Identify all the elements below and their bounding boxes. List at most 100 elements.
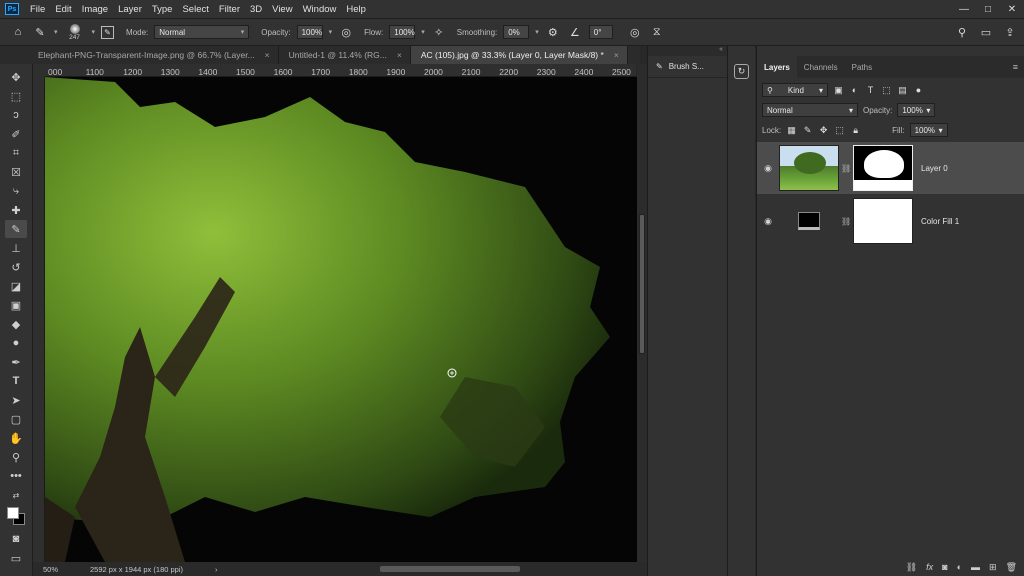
horizontal-scrollbar-thumb[interactable] [380,566,520,572]
path-select-tool-icon[interactable]: ➤ [5,391,27,409]
healing-brush-tool-icon[interactable]: ✚ [5,201,27,219]
tab-layers[interactable]: Layers [757,56,797,78]
screen-mode-icon[interactable]: ▭ [5,549,27,567]
menu-filter[interactable]: Filter [214,4,245,15]
menu-edit[interactable]: Edit [50,4,76,15]
lock-artboard-icon[interactable]: ⬚ [834,125,845,136]
fx-icon[interactable]: fx [926,562,933,572]
brush-preset-picker[interactable]: 247 [64,23,86,41]
frame-tool-icon[interactable]: ☒ [5,163,27,181]
fill-field[interactable]: 100% ▾ [909,123,948,137]
dodge-tool-icon[interactable]: ● [5,334,27,352]
eraser-tool-icon[interactable]: ◪ [5,277,27,295]
close-icon[interactable]: × [265,50,270,60]
layer-name[interactable]: Color Fill 1 [921,217,959,226]
home-icon[interactable]: ⌂ [10,24,26,40]
status-menu-arrow[interactable]: › [215,565,218,574]
share-icon[interactable]: ⇪ [1002,24,1018,40]
panel-menu-icon[interactable]: ≡ [1013,56,1024,78]
tab-channels[interactable]: Channels [797,56,845,78]
filter-shape-icon[interactable]: ⬚ [881,85,892,96]
brush-settings-panel-tab[interactable]: ✎ Brush S... [648,56,727,78]
smoothing-field[interactable]: 0% [503,25,530,39]
blend-mode-select[interactable]: Normal ▾ [762,103,858,117]
menu-select[interactable]: Select [177,4,213,15]
swap-colors-icon[interactable]: ⇄ [5,486,27,504]
smoothing-caret-icon[interactable]: ▾ [535,28,539,36]
move-tool-icon[interactable]: ✥ [5,68,27,86]
lock-transparent-icon[interactable]: ▦ [786,125,797,136]
vertical-ruler[interactable] [33,77,45,562]
clone-stamp-tool-icon[interactable]: ⊥ [5,239,27,257]
filter-toggle-icon[interactable]: ● [913,85,924,96]
layer-row-layer-0[interactable]: ◉ ⛓ Layer 0 [757,142,1024,194]
foreground-color-swatch[interactable] [7,507,19,519]
symmetry-icon[interactable]: ⧖ [649,24,665,40]
eye-icon[interactable]: ◉ [757,216,779,227]
tab-elephant[interactable]: Elephant-PNG-Transparent-Image.png @ 66.… [0,46,279,64]
layer-opacity-field[interactable]: 100% ▾ [897,103,936,117]
close-icon[interactable]: × [614,50,619,60]
lasso-tool-icon[interactable]: ↄ [5,106,27,124]
brush-preset-caret-icon[interactable]: ▾ [92,28,96,36]
quick-mask-icon[interactable]: ◙ [5,530,27,548]
new-group-icon[interactable]: ▬ [971,562,980,572]
filter-type-icon[interactable]: T [865,85,876,96]
brush-tool-icon[interactable]: ✎ [5,220,27,238]
layer-row-color-fill-1[interactable]: ◉ ⛓ Color Fill 1 [757,195,1024,247]
workspace-icon[interactable]: ▭ [978,24,994,40]
mode-select[interactable]: Normal ▾ [154,25,250,39]
search-icon[interactable]: ⚲ [954,24,970,40]
layer-mask-thumbnail[interactable] [853,145,913,191]
link-icon[interactable]: ⛓ [841,217,851,226]
color-swatches[interactable] [5,506,27,526]
menu-view[interactable]: View [267,4,297,15]
gradient-tool-icon[interactable]: ▣ [5,296,27,314]
menu-image[interactable]: Image [77,4,113,15]
flow-caret-icon[interactable]: ▾ [421,28,425,36]
tab-ac-105[interactable]: AC (105).jpg @ 33.3% (Layer 0, Layer Mas… [410,46,628,64]
collapse-icon[interactable]: « [648,46,727,56]
minimize-button[interactable]: — [952,4,976,15]
eye-icon[interactable]: ◉ [757,163,779,174]
opacity-caret-icon[interactable]: ▾ [329,28,333,36]
gear-icon[interactable]: ⚙ [545,24,561,40]
scroll-thumb[interactable] [639,214,645,354]
blur-tool-icon[interactable]: ◆ [5,315,27,333]
type-tool-icon[interactable]: T [5,372,27,390]
trash-icon[interactable]: 🗑︎ [1006,562,1017,573]
horizontal-ruler[interactable]: 000 1100 1200 1300 1400 1500 1600 1700 1800 1900 2… [45,64,636,77]
history-icon[interactable]: ↻ [734,64,749,79]
lock-all-icon[interactable]: 🔒︎ [850,125,861,136]
lock-image-icon[interactable]: ✎ [802,125,813,136]
menu-help[interactable]: Help [341,4,371,15]
fill-mask-thumbnail[interactable] [853,198,913,244]
tab-untitled[interactable]: Untitled-1 @ 11.4% (RG... × [279,46,411,64]
adjustment-layer-icon[interactable]: ◐ [957,562,962,572]
close-icon[interactable]: × [397,50,402,60]
menu-file[interactable]: File [25,4,50,15]
tab-paths[interactable]: Paths [845,56,879,78]
zoom-tool-icon[interactable]: ⚲ [5,448,27,466]
tool-preset-caret-icon[interactable]: ▾ [54,28,58,36]
filter-adjustment-icon[interactable]: ◐ [849,85,860,96]
marquee-tool-icon[interactable]: ⬚ [5,87,27,105]
airbrush-icon[interactable]: ✧ [431,24,447,40]
hand-tool-icon[interactable]: ✋ [5,429,27,447]
history-brush-tool-icon[interactable]: ↺ [5,258,27,276]
opacity-field[interactable]: 100% [296,25,323,39]
layer-thumbnail[interactable] [779,145,839,191]
zoom-level[interactable]: 50% [43,565,58,574]
link-icon[interactable]: ⛓ [841,164,851,173]
filter-smart-object-icon[interactable]: ▤ [897,85,908,96]
link-layers-icon[interactable]: ⛓ [906,562,917,573]
brush-tool-icon[interactable]: ✎ [32,24,48,40]
menu-3d[interactable]: 3D [245,4,267,15]
add-mask-icon[interactable]: ◙ [942,562,947,572]
eyedropper-tool-icon[interactable]: ⤷ [5,182,27,200]
filter-kind-select[interactable]: ⚲ Kind ▾ [762,83,828,97]
more-tools-icon[interactable]: ••• [5,467,27,485]
layer-name[interactable]: Layer 0 [921,164,948,173]
vertical-scrollbar[interactable] [637,64,647,562]
menu-type[interactable]: Type [147,4,178,15]
